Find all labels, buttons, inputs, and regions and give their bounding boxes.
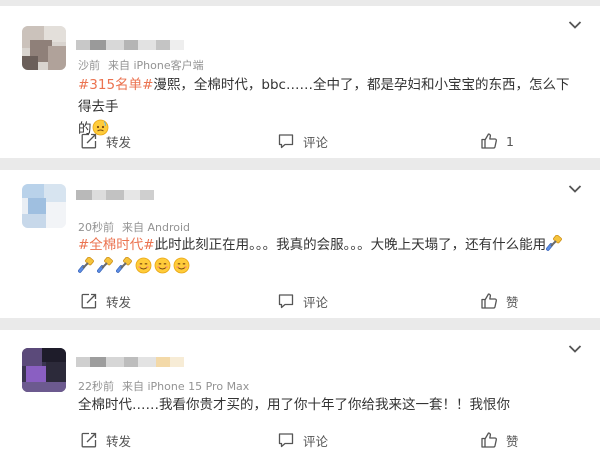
chevron-down-icon[interactable] — [568, 20, 582, 30]
hammer-emoji — [97, 257, 114, 274]
comment-icon — [277, 132, 295, 150]
awkward-smile-emoji — [154, 257, 171, 274]
post-source: 来自 Android — [122, 221, 191, 234]
repost-button[interactable]: 转发 — [80, 290, 131, 312]
hammer-emoji — [116, 257, 133, 274]
awkward-smile-emoji — [135, 257, 152, 274]
avatar[interactable] — [22, 184, 66, 228]
comment-button[interactable]: 评论 — [277, 429, 328, 451]
action-bar: 转发 评论 赞 — [0, 429, 600, 451]
hammer-emoji — [78, 257, 95, 274]
repost-button[interactable]: 转发 — [80, 429, 131, 451]
repost-label: 转发 — [106, 294, 132, 310]
post-time: 沙前 — [78, 59, 100, 72]
post-time: 20秒前 — [78, 221, 114, 234]
action-bar: 转发 评论 赞 — [0, 290, 600, 312]
like-label: 赞 — [506, 433, 519, 449]
like-label: 赞 — [506, 294, 519, 310]
awkward-smile-emoji — [173, 257, 190, 274]
like-button[interactable]: 赞 — [480, 429, 519, 451]
like-count: 1 — [506, 133, 514, 149]
comment-button[interactable]: 评论 — [277, 290, 328, 312]
comment-card: 20秒前 来自 Android #全棉时代#此时此刻正在用。。。我真的会服。。。大… — [0, 170, 600, 318]
comment-button[interactable]: 评论 — [277, 130, 328, 152]
repost-label: 转发 — [106, 134, 132, 150]
post-meta: 22秒前 来自 iPhone 15 Pro Max — [78, 378, 257, 394]
post-time: 22秒前 — [78, 380, 114, 393]
username-redacted[interactable] — [76, 355, 186, 369]
comment-label: 评论 — [303, 134, 329, 150]
post-meta: 20秒前 来自 Android — [78, 219, 198, 235]
repost-icon — [80, 431, 98, 449]
comment-icon — [277, 431, 295, 449]
post-text-line1: 此时此刻正在用。。。我真的会服。。。大晚上天塌了，还有什么能用 — [154, 237, 547, 253]
hashtag-link[interactable]: #315名单# — [78, 77, 153, 93]
post-text: #全棉时代#此时此刻正在用。。。我真的会服。。。大晚上天塌了，还有什么能用 — [78, 234, 570, 278]
hammer-emoji — [546, 235, 563, 252]
thumbs-up-icon — [480, 132, 498, 150]
chevron-down-icon[interactable] — [568, 344, 582, 354]
hashtag-link[interactable]: #全棉时代# — [78, 237, 155, 253]
thumbs-up-icon — [480, 431, 498, 449]
post-meta: 沙前 来自 iPhone客户端 — [78, 57, 212, 73]
post-text: 全棉时代……我看你贵才买的，用了你十年了你给我来这一套！！我恨你 — [78, 394, 570, 416]
repost-icon — [80, 132, 98, 150]
comment-label: 评论 — [303, 433, 329, 449]
repost-button[interactable]: 转发 — [80, 130, 131, 152]
like-button[interactable]: 赞 — [480, 290, 519, 312]
thumbs-up-icon — [480, 292, 498, 310]
avatar[interactable] — [22, 26, 66, 70]
username-redacted[interactable] — [76, 188, 186, 202]
comment-icon — [277, 292, 295, 310]
repost-label: 转发 — [106, 433, 132, 449]
post-source: 来自 iPhone 15 Pro Max — [122, 380, 250, 393]
action-bar: 转发 评论 1 — [0, 130, 600, 152]
avatar[interactable] — [22, 348, 66, 392]
username-redacted[interactable] — [76, 38, 186, 52]
like-button[interactable]: 1 — [480, 130, 514, 152]
post-text-line1: 全棉时代……我看你贵才买的，用了你十年了你给我来这一套！！我恨你 — [78, 397, 510, 413]
repost-icon — [80, 292, 98, 310]
comment-card: 22秒前 来自 iPhone 15 Pro Max 全棉时代……我看你贵才买的，用… — [0, 330, 600, 461]
comment-card: 沙前 来自 iPhone客户端 #315名单#漫熙，全棉时代，bbc……全中了，都… — [0, 6, 600, 158]
comment-label: 评论 — [303, 294, 329, 310]
chevron-down-icon[interactable] — [568, 184, 582, 194]
post-source: 来自 iPhone客户端 — [108, 59, 204, 72]
